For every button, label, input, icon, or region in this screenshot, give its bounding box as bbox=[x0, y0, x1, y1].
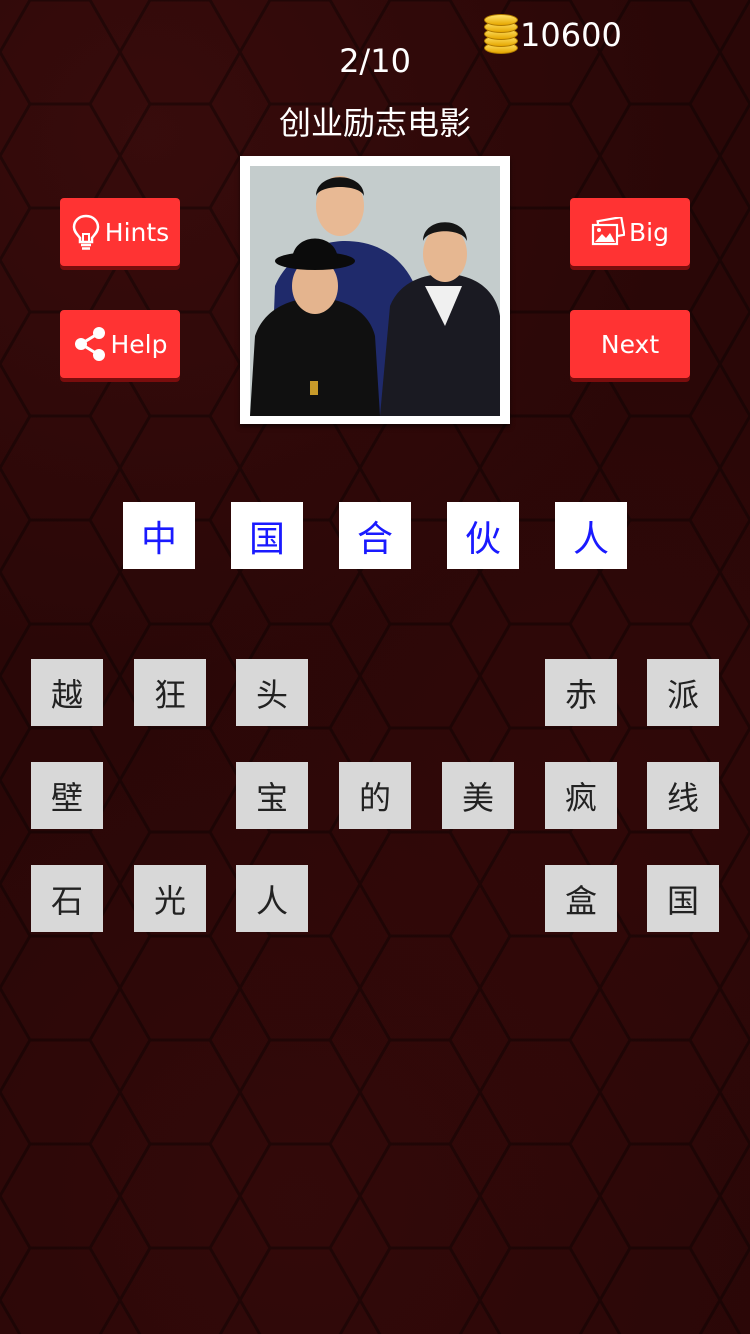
category-title: 创业励志电影 bbox=[278, 104, 471, 142]
big-button[interactable]: Big bbox=[570, 198, 690, 266]
big-button-label: Big bbox=[629, 217, 669, 247]
letter-tile[interactable]: 国 bbox=[647, 865, 719, 932]
level-indicator: 2/10 bbox=[339, 42, 411, 80]
letter-tile[interactable]: 狂 bbox=[134, 659, 206, 726]
answer-slot[interactable]: 合 bbox=[339, 502, 411, 569]
letter-tile[interactable]: 盒 bbox=[545, 865, 617, 932]
letter-tile[interactable]: 光 bbox=[134, 865, 206, 932]
next-button[interactable]: Next bbox=[570, 310, 690, 378]
letter-tile[interactable]: 越 bbox=[31, 659, 103, 726]
letter-tile[interactable]: 人 bbox=[236, 865, 308, 932]
letter-tile[interactable]: 宝 bbox=[236, 762, 308, 829]
hints-button[interactable]: Hints bbox=[60, 198, 180, 266]
answer-slot[interactable]: 人 bbox=[555, 502, 627, 569]
answer-slot[interactable]: 伙 bbox=[447, 502, 519, 569]
letter-tile[interactable]: 美 bbox=[442, 762, 514, 829]
letter-tile[interactable]: 派 bbox=[647, 659, 719, 726]
letter-tile[interactable]: 疯 bbox=[545, 762, 617, 829]
picture-icon bbox=[591, 217, 626, 247]
answer-slot[interactable]: 国 bbox=[231, 502, 303, 569]
answer-slot[interactable]: 中 bbox=[123, 502, 195, 569]
next-button-label: Next bbox=[600, 329, 660, 359]
letter-tile[interactable]: 头 bbox=[236, 659, 308, 726]
help-button[interactable]: Help bbox=[60, 310, 180, 378]
hints-button-label: Hints bbox=[104, 217, 170, 247]
lightbulb-icon bbox=[71, 213, 101, 251]
help-button-label: Help bbox=[110, 329, 168, 359]
letter-tile[interactable]: 壁 bbox=[31, 762, 103, 829]
share-icon bbox=[73, 326, 107, 362]
puzzle-photo-frame[interactable] bbox=[240, 156, 510, 424]
letter-tile[interactable]: 赤 bbox=[545, 659, 617, 726]
letter-tile[interactable]: 石 bbox=[31, 865, 103, 932]
letter-tile[interactable]: 的 bbox=[339, 762, 411, 829]
puzzle-photo bbox=[250, 166, 500, 416]
letter-tile[interactable]: 线 bbox=[647, 762, 719, 829]
